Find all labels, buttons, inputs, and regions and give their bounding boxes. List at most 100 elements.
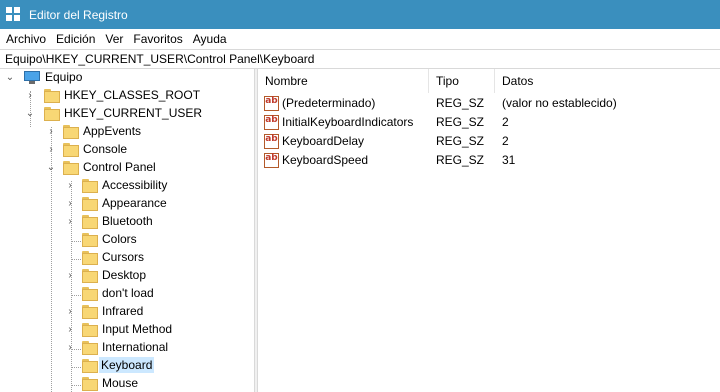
chevron-right-icon[interactable]: › — [25, 91, 35, 101]
folder-icon — [63, 161, 79, 175]
tree-node-equipo[interactable]: ⌄ Equipo — [0, 69, 254, 87]
tree-node-label: Colors — [102, 232, 137, 246]
folder-icon — [82, 377, 98, 391]
tree-node-label: Equipo — [45, 70, 83, 84]
tree-node-hkey-classes-root[interactable]: › HKEY_CLASSES_ROOT — [0, 87, 254, 105]
column-header-datos[interactable]: Datos — [502, 69, 533, 93]
tree-node-control-panel[interactable]: ⌄ Control Panel — [0, 159, 254, 177]
folder-icon — [82, 341, 98, 355]
chevron-right-icon[interactable]: › — [65, 325, 75, 335]
chevron-right-icon[interactable]: › — [46, 145, 56, 155]
value-data: 31 — [502, 153, 516, 167]
tree-node-label: don't load — [102, 286, 154, 300]
values-list[interactable]: Nombre Tipo Datos ab (Predeterminado) RE… — [258, 69, 720, 392]
tree-node-keyboard[interactable]: Keyboard — [0, 357, 254, 375]
tree-node-colors[interactable]: Colors — [0, 231, 254, 249]
table-row[interactable]: ab KeyboardSpeed REG_SZ 31 — [258, 151, 720, 170]
chevron-right-icon[interactable]: › — [65, 307, 75, 317]
tree-node-label: Accessibility — [102, 178, 168, 192]
address-bar[interactable]: Equipo\HKEY_CURRENT_USER\Control Panel\K… — [0, 49, 720, 69]
folder-icon — [63, 143, 79, 157]
tree-node-label: Infrared — [102, 304, 144, 318]
value-name: KeyboardSpeed — [282, 153, 369, 167]
menu-edicion[interactable]: Edición — [51, 29, 100, 49]
value-name: KeyboardDelay — [282, 134, 365, 148]
registry-editor-icon — [6, 6, 22, 23]
tree-node-label: Control Panel — [83, 160, 156, 174]
tree-node-dont-load[interactable]: don't load — [0, 285, 254, 303]
value-data: (valor no establecido) — [502, 96, 617, 110]
chevron-right-icon[interactable]: › — [65, 271, 75, 281]
table-row[interactable]: ab (Predeterminado) REG_SZ (valor no est… — [258, 94, 720, 113]
tree-node-accessibility[interactable]: › Accessibility — [0, 177, 254, 195]
chevron-right-icon[interactable]: › — [46, 127, 56, 137]
folder-icon — [82, 305, 98, 319]
column-divider[interactable] — [428, 69, 429, 93]
folder-icon — [82, 287, 98, 301]
chevron-right-icon[interactable]: › — [65, 217, 75, 227]
tree-node-label: Mouse — [102, 376, 139, 390]
column-header-nombre[interactable]: Nombre — [265, 69, 308, 93]
value-name: InitialKeyboardIndicators — [282, 115, 414, 129]
folder-icon — [82, 269, 98, 283]
folder-icon — [82, 215, 98, 229]
folder-icon — [82, 179, 98, 193]
tree-node-infrared[interactable]: › Infrared — [0, 303, 254, 321]
folder-icon — [44, 107, 60, 121]
string-value-icon: ab — [264, 134, 279, 149]
title-bar: Editor del Registro — [0, 0, 720, 29]
tree-node-mouse[interactable]: Mouse — [0, 375, 254, 392]
folder-icon — [82, 323, 98, 337]
table-row[interactable]: ab KeyboardDelay REG_SZ 2 — [258, 132, 720, 151]
chevron-right-icon[interactable]: › — [65, 199, 75, 209]
column-header-tipo[interactable]: Tipo — [436, 69, 459, 93]
tree-node-label: HKEY_CLASSES_ROOT — [64, 88, 201, 102]
tree-node-label: Input Method — [102, 322, 173, 336]
tree-node-label: AppEvents — [83, 124, 142, 138]
tree-node-label: Cursors — [102, 250, 145, 264]
tree-node-label: Desktop — [102, 268, 147, 282]
string-value-icon: ab — [264, 115, 279, 130]
folder-icon — [82, 359, 98, 373]
table-row[interactable]: ab InitialKeyboardIndicators REG_SZ 2 — [258, 113, 720, 132]
chevron-down-icon[interactable]: ⌄ — [46, 163, 56, 173]
window-title: Editor del Registro — [29, 7, 128, 22]
chevron-right-icon[interactable]: › — [65, 181, 75, 191]
menu-ayuda[interactable]: Ayuda — [188, 29, 232, 49]
tree-node-label: HKEY_CURRENT_USER — [64, 106, 203, 120]
folder-icon — [82, 233, 98, 247]
tree-node-international[interactable]: › International — [0, 339, 254, 357]
tree-node-label: Bluetooth — [102, 214, 153, 228]
menu-ver[interactable]: Ver — [100, 29, 128, 49]
menu-favoritos[interactable]: Favoritos — [128, 29, 187, 49]
tree-node-label: Console — [83, 142, 128, 156]
tree-node-hkey-current-user[interactable]: ⌄ HKEY_CURRENT_USER — [0, 105, 254, 123]
menu-bar: Archivo Edición Ver Favoritos Ayuda — [0, 29, 720, 49]
menu-archivo[interactable]: Archivo — [0, 29, 51, 49]
computer-icon — [24, 71, 40, 84]
tree-node-label: Appearance — [102, 196, 167, 210]
chevron-down-icon[interactable]: ⌄ — [5, 73, 15, 83]
tree-pane[interactable]: ⌄ Equipo › HKEY_CLASSES_ROOT ⌄ HKEY_CURR… — [0, 69, 254, 392]
tree-node-label: Keyboard — [99, 357, 155, 373]
value-type: REG_SZ — [436, 153, 485, 167]
value-data: 2 — [502, 134, 509, 148]
value-data: 2 — [502, 115, 509, 129]
value-name: (Predeterminado) — [282, 96, 376, 110]
tree-node-appearance[interactable]: › Appearance — [0, 195, 254, 213]
value-type: REG_SZ — [436, 115, 485, 129]
tree-node-label: International — [102, 340, 169, 354]
tree-node-bluetooth[interactable]: › Bluetooth — [0, 213, 254, 231]
folder-icon — [82, 197, 98, 211]
tree-node-desktop[interactable]: › Desktop — [0, 267, 254, 285]
tree-node-input-method[interactable]: › Input Method — [0, 321, 254, 339]
tree-node-appevents[interactable]: › AppEvents — [0, 123, 254, 141]
value-type: REG_SZ — [436, 96, 485, 110]
value-type: REG_SZ — [436, 134, 485, 148]
chevron-right-icon[interactable]: › — [65, 343, 75, 353]
tree-node-console[interactable]: › Console — [0, 141, 254, 159]
address-path[interactable]: Equipo\HKEY_CURRENT_USER\Control Panel\K… — [0, 52, 314, 66]
column-divider[interactable] — [494, 69, 495, 93]
tree-node-cursors[interactable]: Cursors — [0, 249, 254, 267]
chevron-down-icon[interactable]: ⌄ — [25, 109, 35, 119]
